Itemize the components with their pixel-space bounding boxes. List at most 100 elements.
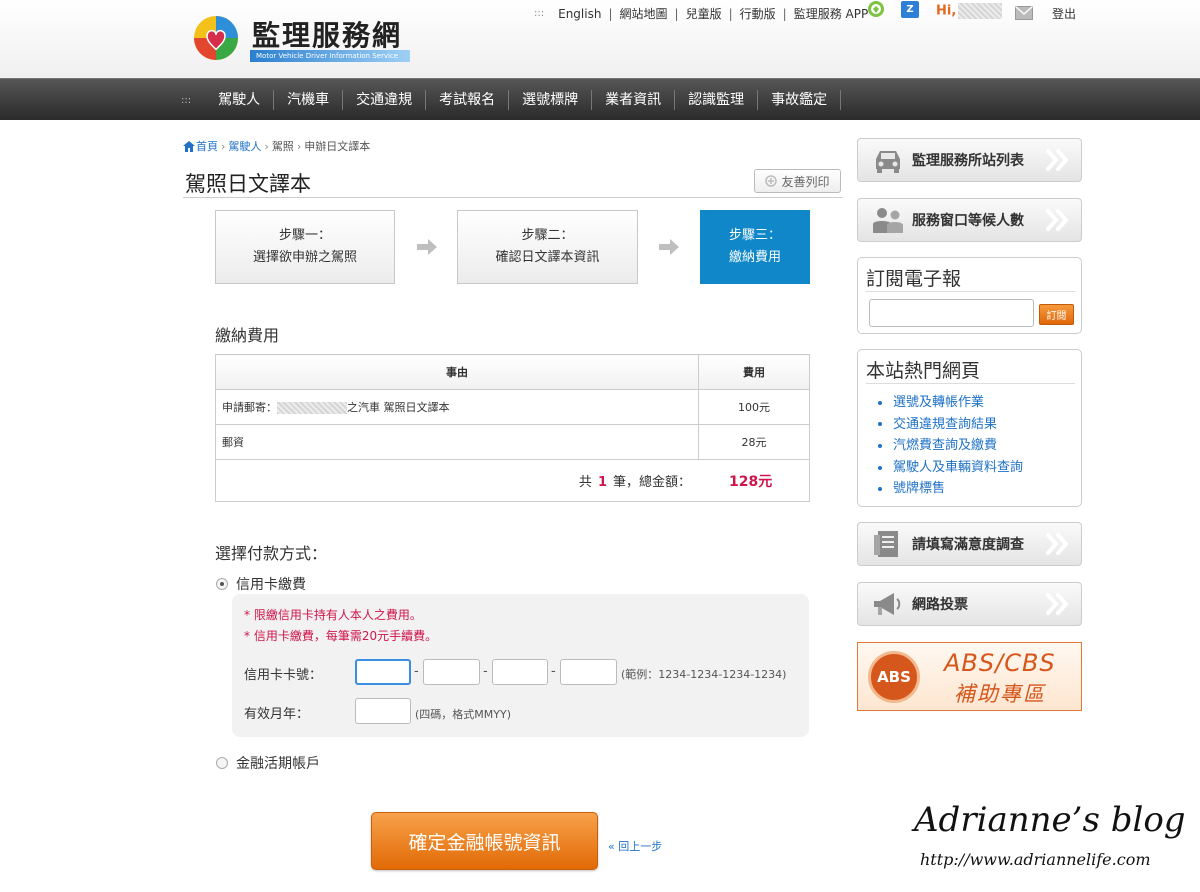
car-icon	[876, 151, 900, 173]
breadcrumb-home[interactable]: 首頁	[196, 138, 218, 154]
green-app-icon[interactable]	[866, 0, 886, 18]
reason-suffix: 之汽車 駕照日文譯本	[347, 401, 450, 414]
top-header: 監理服務網 Motor Vehicle Driver Information S…	[0, 0, 1200, 78]
link-sitemap[interactable]: 網站地圖	[620, 5, 668, 22]
bullet-icon	[878, 400, 882, 405]
link-english[interactable]: English	[558, 7, 601, 21]
popular-link[interactable]: 號牌標售	[893, 478, 945, 500]
confirm-bank-info-button[interactable]: 確定金融帳號資訊	[371, 812, 598, 870]
survey-button[interactable]: 請填寫滿意度調查	[857, 522, 1082, 566]
blue-z-icon[interactable]: Z	[901, 1, 919, 18]
payment-section-title: 選擇付款方式：	[215, 544, 328, 563]
popular-pages-box: 本站熱門網頁 選號及轉帳作業 交通違規查詢結果 汽燃費查詢及繳費 駕駛人及車輛資…	[857, 349, 1082, 507]
bullet-icon	[878, 465, 882, 470]
double-chevron-icon	[1046, 593, 1069, 615]
table-row: 申請郵寄： 之汽車 駕照日文譯本 100元	[215, 389, 810, 425]
nav-item-exam[interactable]: 考試報名	[426, 90, 510, 110]
radio-button-unchecked[interactable]	[216, 757, 228, 769]
step-one-label: 步驟一：	[278, 228, 331, 243]
print-button[interactable]: 友善列印	[754, 169, 841, 193]
title-divider	[183, 197, 843, 198]
step-three-active: 步驟三： 繳納費用	[700, 210, 810, 284]
card-number-input-3[interactable]	[492, 659, 548, 685]
divider: |	[674, 6, 679, 21]
logo-mark-icon	[194, 16, 238, 60]
bullet-icon	[878, 422, 882, 427]
bullet-icon	[878, 443, 882, 448]
breadcrumb-separator: ›	[221, 139, 226, 153]
total-suffix: 筆，總金額：	[612, 474, 691, 490]
card-number-input-1[interactable]	[355, 659, 411, 685]
subscribe-button[interactable]: 訂閱	[1039, 304, 1074, 325]
watermark-title: Adrianne’s blog	[914, 800, 1186, 840]
radio-bank-account[interactable]: 金融活期帳戶	[216, 753, 320, 773]
total-cell: 共 1 筆，總金額： 128元	[215, 459, 810, 502]
greeting-text: Hi,	[936, 3, 957, 19]
mail-icon[interactable]	[1015, 6, 1033, 20]
popular-pages-list: 選號及轉帳作業 交通違規查詢結果 汽燃費查詢及繳費 駕駛人及車輛資料查詢 號牌標…	[878, 392, 1023, 500]
online-vote-button[interactable]: 網路投票	[857, 582, 1082, 626]
survey-label: 請填寫滿意度調查	[912, 537, 1024, 553]
step-one-text: 選擇欲申辦之駕照	[252, 250, 357, 265]
megaphone-icon	[874, 593, 901, 615]
link-app[interactable]: 監理服務 APP	[794, 5, 869, 22]
stations-list-label: 監理服務所站列表	[912, 153, 1024, 169]
list-item: 選號及轉帳作業	[878, 392, 1023, 414]
nav-items: ::: 駕駛人 汽機車 交通違規 考試報名 選號標牌 業者資訊 認識監理 事故鑑…	[181, 79, 842, 121]
home-icon	[183, 140, 195, 152]
dash: -	[414, 664, 419, 679]
nav-item-violation[interactable]: 交通違規	[343, 90, 427, 110]
newsletter-title: 訂閱電子報	[866, 268, 962, 290]
step-two-text: 確認日文譯本資訊	[495, 250, 600, 265]
card-number-input-2[interactable]	[423, 659, 480, 685]
abs-logo-icon: ABS	[868, 651, 920, 703]
column-header-fee: 費用	[698, 354, 810, 390]
nav-item-accident[interactable]: 事故鑑定	[758, 90, 842, 110]
link-kids[interactable]: 兒童版	[686, 5, 722, 22]
nav-item-business[interactable]: 業者資訊	[592, 90, 676, 110]
double-chevron-icon	[1046, 533, 1069, 555]
queue-status-button[interactable]: 服務窗口等候人數	[857, 198, 1082, 242]
divider	[866, 383, 1075, 384]
stations-list-button[interactable]: 監理服務所站列表	[857, 138, 1082, 182]
card-number-hint: (範例：1234-1234-1234-1234)	[621, 668, 787, 681]
column-header-reason: 事由	[215, 354, 699, 390]
radio-credit-card[interactable]: 信用卡繳費	[216, 574, 306, 594]
table-cell-amount: 28元	[698, 424, 810, 460]
step-arrow-icon	[417, 239, 437, 255]
dash: -	[483, 664, 488, 679]
divider: |	[608, 6, 613, 21]
card-number-input-4[interactable]	[560, 659, 617, 685]
radio-button-checked[interactable]	[216, 578, 228, 590]
popular-link[interactable]: 汽燃費查詢及繳費	[893, 435, 997, 457]
step-three-label: 步驟三：	[728, 228, 781, 243]
popular-link[interactable]: 選號及轉帳作業	[893, 392, 984, 414]
popular-link[interactable]: 交通違規查詢結果	[893, 414, 997, 436]
popular-link[interactable]: 駕駛人及車輛資料查詢	[893, 457, 1023, 479]
top-links: ::: English | 網站地圖 | 兒童版 | 行動版 | 監理服務 AP…	[534, 5, 868, 22]
card-number-label: 信用卡卡號：	[244, 668, 323, 683]
site-logo[interactable]: 監理服務網 Motor Vehicle Driver Information S…	[192, 12, 417, 66]
logout-link[interactable]: 登出	[1052, 5, 1076, 22]
nav-item-plate[interactable]: 選號標牌	[509, 90, 593, 110]
breadcrumb-separator: ›	[296, 139, 302, 153]
nav-item-vehicle[interactable]: 汽機車	[274, 90, 344, 110]
card-note: * 信用卡繳費，每筆需20元手續費。	[244, 629, 438, 643]
nav-item-driver[interactable]: 駕駛人	[205, 90, 275, 110]
masked-username	[958, 3, 1003, 19]
back-link[interactable]: « 回上一步	[608, 838, 662, 854]
expiry-input[interactable]	[355, 698, 411, 724]
step-two-label: 步驟二：	[521, 228, 574, 243]
nav-item-about[interactable]: 認識監理	[675, 90, 759, 110]
logo-subtitle: Motor Vehicle Driver Information Service	[250, 50, 410, 62]
masked-plate-number	[277, 402, 347, 414]
online-vote-label: 網路投票	[912, 597, 968, 613]
list-item: 號牌標售	[878, 478, 1023, 500]
link-mobile[interactable]: 行動版	[740, 5, 776, 22]
breadcrumb-driver[interactable]: 駕駛人	[228, 138, 261, 154]
user-greeting: Hi,	[936, 3, 1003, 19]
nav-dots: :::	[181, 94, 192, 106]
abs-cbs-banner[interactable]: ABS ABS/CBS 補助專區	[857, 642, 1082, 711]
newsletter-email-input[interactable]	[869, 299, 1034, 327]
card-note: * 限繳信用卡持有人本人之費用。	[244, 608, 422, 622]
